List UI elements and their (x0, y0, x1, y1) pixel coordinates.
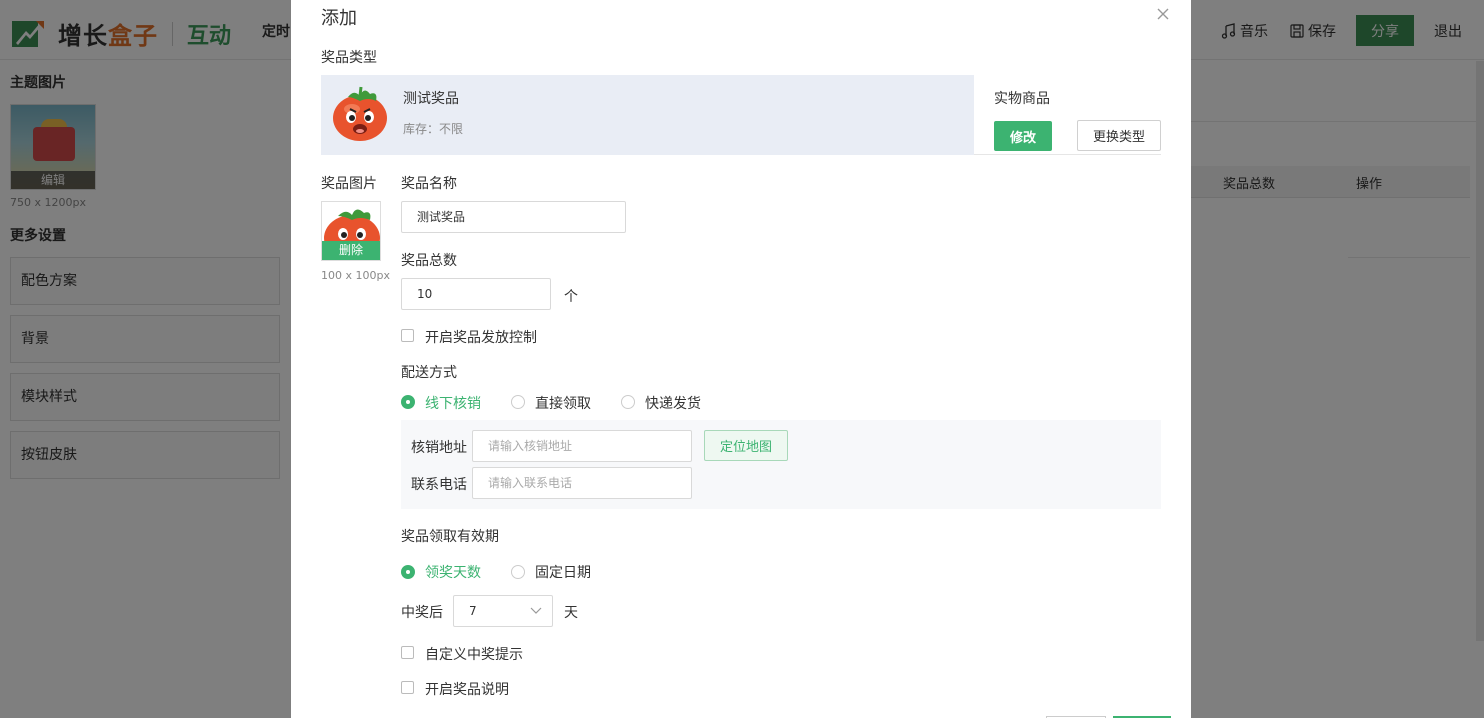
after-win-label: 中奖后 (401, 605, 443, 621)
add-prize-dialog: 添加 奖品类型 测试奖品 库存：不限 实物商品 修改 更换类型 奖品图片 删除 (291, 0, 1191, 718)
delivery-method-label: 配送方式 (401, 365, 457, 381)
custom-prompt-checkbox[interactable] (401, 646, 414, 659)
close-icon (1157, 8, 1169, 20)
validity-label: 奖品领取有效期 (401, 529, 499, 545)
release-control-label[interactable]: 开启奖品发放控制 (425, 327, 537, 347)
delivery-direct-radio[interactable] (511, 395, 525, 409)
prize-image-thumbnail[interactable]: 删除 (321, 201, 381, 261)
prize-image-label: 奖品图片 (321, 176, 377, 192)
delivery-direct-label[interactable]: 直接领取 (535, 393, 591, 413)
validity-days-radio[interactable] (401, 565, 415, 579)
days-select-value: 7 (469, 604, 477, 618)
prize-type-value: 实物商品 (994, 91, 1050, 107)
prize-total-label: 奖品总数 (401, 253, 457, 269)
prize-description-label[interactable]: 开启奖品说明 (425, 679, 509, 699)
chevron-down-icon (530, 607, 542, 614)
prize-total-input[interactable]: 10 (401, 278, 551, 310)
prize-name-input[interactable]: 测试奖品 (401, 201, 626, 233)
validity-fixed-date-label[interactable]: 固定日期 (535, 562, 591, 582)
delivery-offline-label[interactable]: 线下核销 (425, 393, 481, 413)
prize-description-checkbox[interactable] (401, 681, 414, 694)
release-control-checkbox[interactable] (401, 329, 414, 342)
contact-phone-label: 联系电话 (411, 477, 467, 493)
modify-button[interactable]: 修改 (994, 121, 1052, 151)
delivery-express-radio[interactable] (621, 395, 635, 409)
divider (974, 154, 1161, 155)
dialog-title: 添加 (321, 8, 357, 29)
delivery-express-label[interactable]: 快递发货 (645, 393, 701, 413)
prize-card-name: 测试奖品 (403, 91, 459, 107)
custom-prompt-label[interactable]: 自定义中奖提示 (425, 644, 523, 664)
prize-type-card: 测试奖品 库存：不限 (321, 75, 974, 155)
locate-map-button[interactable]: 定位地图 (704, 430, 788, 461)
prize-type-label: 奖品类型 (321, 50, 377, 66)
prize-image-size: 100 x 100px (321, 269, 390, 282)
tomato-mascot-icon (333, 86, 387, 141)
prize-card-stock: 库存：不限 (403, 122, 464, 136)
redeem-address-label: 核销地址 (411, 440, 467, 456)
days-select[interactable]: 7 (453, 595, 553, 627)
redeem-address-input[interactable]: 请输入核销地址 (472, 430, 692, 462)
close-button[interactable] (1153, 4, 1173, 24)
contact-phone-input[interactable]: 请输入联系电话 (472, 467, 692, 499)
prize-total-unit: 个 (564, 289, 578, 305)
validity-fixed-date-radio[interactable] (511, 565, 525, 579)
delete-image-button[interactable]: 删除 (322, 241, 380, 260)
days-unit: 天 (564, 605, 578, 621)
prize-name-label: 奖品名称 (401, 176, 457, 192)
delivery-offline-radio[interactable] (401, 395, 415, 409)
change-type-button[interactable]: 更换类型 (1077, 120, 1161, 151)
validity-days-label[interactable]: 领奖天数 (425, 562, 481, 582)
